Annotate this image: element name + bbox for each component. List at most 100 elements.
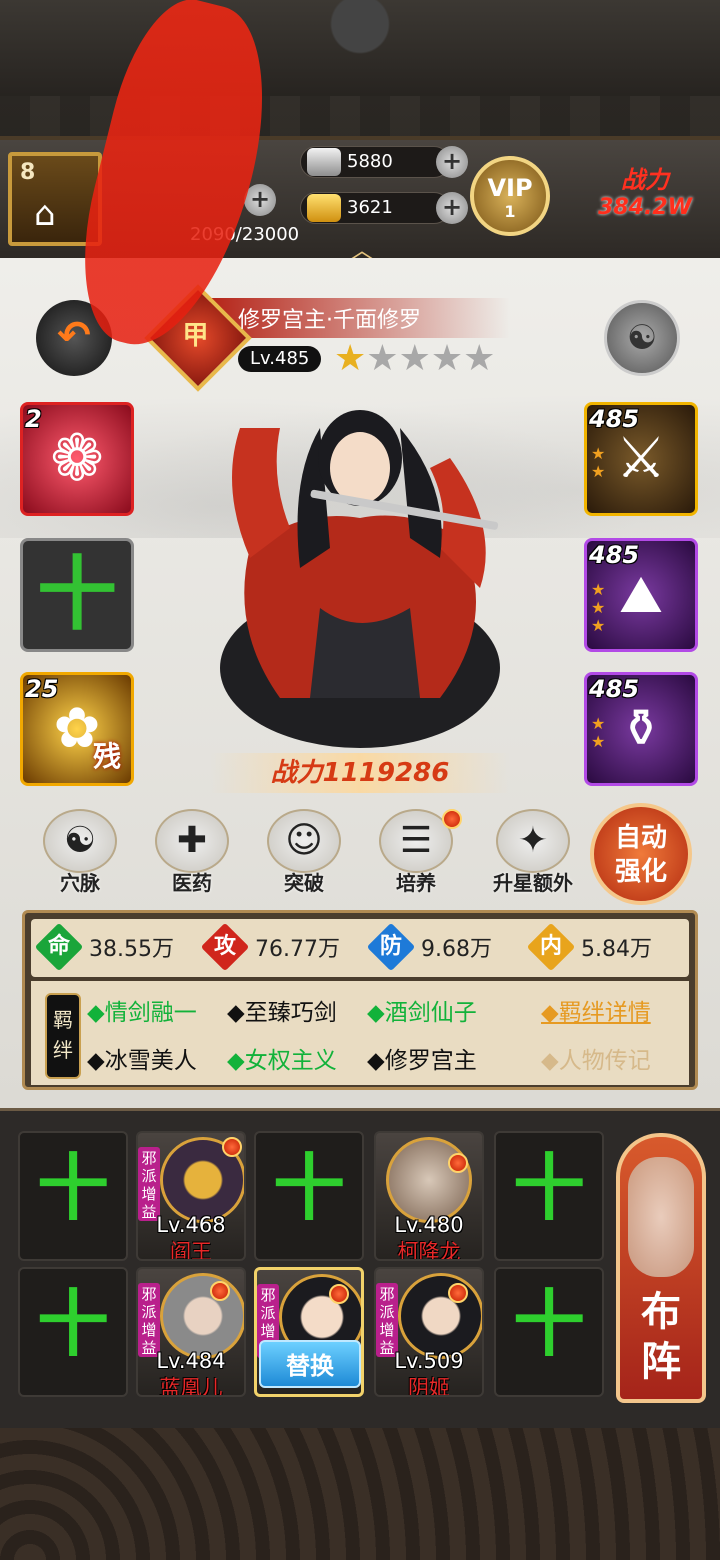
train-label: 培养	[396, 871, 436, 895]
stat-hp: 命 38.55万	[34, 922, 197, 972]
total-power-label: 战力	[621, 166, 669, 194]
slot-level: 485	[589, 675, 640, 703]
hero-slot-level: Lv.468	[156, 1213, 226, 1237]
sword-icon: ⚔	[615, 426, 667, 491]
roof-emblem	[310, 0, 410, 80]
slot-count: 2	[25, 405, 42, 433]
fragment-label: 残	[92, 740, 121, 773]
empty-formation-slot[interactable]: 十	[18, 1267, 128, 1397]
plus-icon: 十	[512, 1146, 585, 1230]
formation-hero-slot[interactable]: 邪派增益 Lv.509 阴姬	[374, 1267, 484, 1397]
breakthrough-button[interactable]: ☺ 突破	[264, 809, 344, 901]
gold-counter: 3621	[300, 192, 450, 224]
accessory-slot[interactable]: ⚱ 485 ★ ★	[584, 672, 698, 786]
hp-value: 38.55万	[89, 937, 174, 962]
lineup-art	[628, 1157, 694, 1277]
bond-item[interactable]: ◆修罗宫主	[367, 1041, 477, 1075]
empty-skill-slot[interactable]: 十	[20, 538, 134, 652]
slot-count: 25	[25, 675, 59, 703]
plus-icon: 十	[36, 1146, 109, 1230]
silver-counter: 5880	[300, 146, 450, 178]
bond-area: 羁绊 ◆情剑融一 ◆至臻巧剑 ◆酒剑仙子 ◆羁绊详情 ◆冰雪美人 ◆女权主义 ◆…	[31, 981, 689, 1085]
meditate-icon[interactable]: ☯	[604, 300, 680, 376]
stat-attack: 攻 76.77万	[200, 922, 363, 972]
hp-key: 命	[47, 934, 70, 959]
bond-tag: 羁绊	[45, 993, 81, 1079]
fragment-slot[interactable]: ✿ 25 残	[20, 672, 134, 786]
hero-slot-name: 柯降龙	[397, 1240, 461, 1261]
empty-formation-slot[interactable]: 十	[494, 1267, 604, 1397]
hero-slot-level: Lv.509	[394, 1349, 464, 1373]
biography-link[interactable]: ◆人物传记	[541, 1041, 651, 1075]
wine-pot-icon: ⚱	[619, 699, 663, 759]
cloak-icon: ⛰	[619, 565, 663, 625]
bond-item[interactable]: ◆至臻巧剑	[227, 993, 337, 1027]
stat-internal: 内 5.84万	[526, 922, 679, 972]
stat-defense: 防 9.68万	[366, 922, 519, 972]
bond-item[interactable]: ◆酒剑仙子	[367, 993, 477, 1027]
auto-strengthen-line2: 强化	[614, 857, 667, 887]
vip-label: VIP	[487, 174, 533, 202]
formation-hero-slot[interactable]: Lv.480 柯降龙	[374, 1131, 484, 1261]
meridian-label: 穴脉	[60, 871, 100, 895]
defense-value: 9.68万	[421, 937, 492, 962]
plus-icon: 十	[37, 548, 117, 641]
faction-tag: 邪派增益	[138, 1283, 160, 1357]
bond-detail-link[interactable]: ◆羁绊详情	[541, 993, 651, 1027]
empty-formation-slot[interactable]: 十	[18, 1131, 128, 1261]
plus-icon: 十	[36, 1282, 109, 1366]
breakthrough-label: 突破	[284, 871, 324, 895]
empty-formation-slot[interactable]: 十	[494, 1131, 604, 1261]
bond-item[interactable]: ◆女权主义	[227, 1041, 337, 1075]
weapon-slot[interactable]: ⚔ 485 ★ ★	[584, 402, 698, 516]
function-row: ☯ 穴脉 ✚ 医药 ☺ 突破 ☰ 培养 ✦ 升星额外 自动 强化	[0, 803, 720, 905]
medicine-button[interactable]: ✚ 医药	[152, 809, 232, 901]
selected-hero-slot[interactable]: 邪派增 替换	[254, 1267, 364, 1397]
formation-hero-slot[interactable]: 邪派增益 Lv.468 阎王	[136, 1131, 246, 1261]
train-button[interactable]: ☰ 培养	[376, 809, 462, 901]
faction-tag: 邪派增益	[376, 1283, 398, 1357]
auto-strengthen-line1: 自动	[614, 823, 667, 853]
bond-item[interactable]: ◆冰雪美人	[87, 1041, 197, 1075]
silver-ingot-icon	[307, 148, 341, 176]
hero-name: 修罗宫主·千面修罗	[238, 308, 421, 333]
meridian-button[interactable]: ☯ 穴脉	[40, 809, 120, 901]
vip-button[interactable]: VIP 1	[470, 156, 550, 236]
roof-header	[0, 0, 720, 140]
slot-stars: ★ ★ ★	[591, 580, 606, 635]
hero-portrait	[398, 1273, 482, 1359]
star-extra-button[interactable]: ✦ 升星额外	[488, 809, 578, 901]
slot-level: 485	[589, 405, 640, 433]
star-extra-label: 升星额外	[493, 871, 573, 895]
add-gold-button[interactable]: +	[436, 192, 468, 224]
attack-key: 攻	[213, 934, 236, 959]
medicine-label: 医药	[172, 871, 212, 895]
plus-icon: 十	[512, 1282, 585, 1366]
internal-key: 内	[539, 934, 562, 959]
auto-strengthen-button[interactable]: 自动 强化	[590, 803, 692, 905]
player-level: 8	[20, 160, 36, 185]
meridian-icon: ☯	[43, 809, 117, 873]
skill-slot-rose[interactable]: ❁ 2	[20, 402, 134, 516]
hero-slot-level: Lv.484	[156, 1349, 226, 1373]
hero-power-value: 战力1119286	[270, 758, 450, 788]
armor-slot[interactable]: ⛰ 485 ★ ★ ★	[584, 538, 698, 652]
slot-stars: ★ ★	[591, 444, 606, 481]
rose-spiral-icon: ❁	[50, 422, 104, 496]
gold-value: 3621	[347, 197, 393, 218]
slot-level: 485	[589, 541, 640, 569]
formation-hero-slot[interactable]: 邪派增益 Lv.484 蓝凰儿	[136, 1267, 246, 1397]
empty-formation-slot[interactable]: 十	[254, 1131, 364, 1261]
gift-icon: ✦	[496, 809, 570, 873]
add-silver-button[interactable]: +	[436, 146, 468, 178]
pagoda-icon: ⌂	[34, 194, 56, 234]
hero-slot-name: 蓝凰儿	[159, 1376, 223, 1397]
lineup-label: 布阵	[641, 1289, 681, 1385]
swap-button[interactable]: 替换	[259, 1340, 361, 1388]
bond-item[interactable]: ◆情剑融一	[87, 993, 197, 1027]
silver-value: 5880	[347, 151, 393, 172]
internal-value: 5.84万	[581, 937, 652, 962]
add-energy-button[interactable]: +	[244, 184, 276, 216]
lineup-button[interactable]: 布阵	[616, 1133, 706, 1403]
defense-key: 防	[379, 934, 402, 959]
